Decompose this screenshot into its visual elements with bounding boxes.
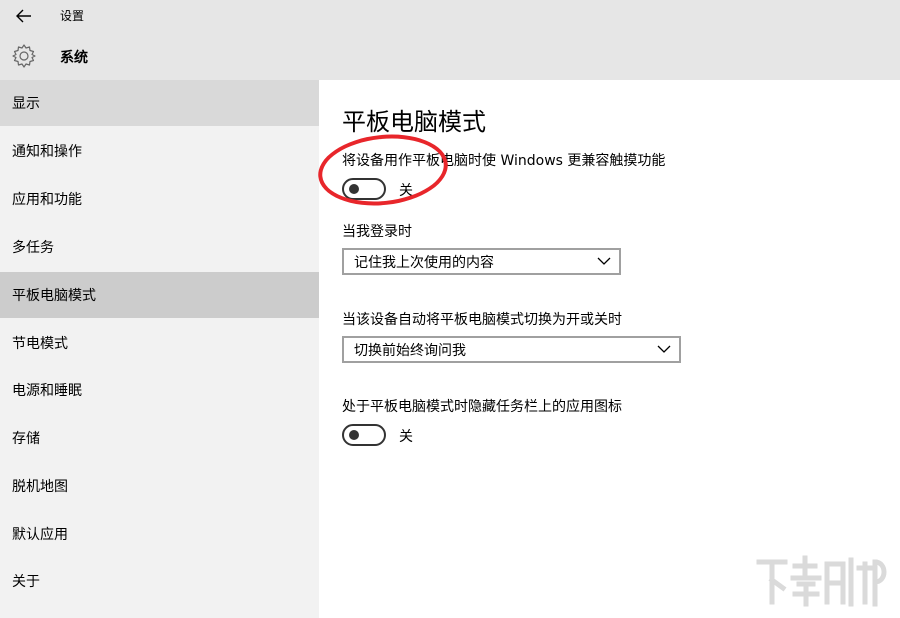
signin-dropdown[interactable]: 记住我上次使用的内容: [342, 248, 621, 275]
hide-icons-label: 处于平板电脑模式时隐藏任务栏上的应用图标: [342, 399, 622, 415]
hide-icons-toggle[interactable]: [342, 424, 386, 446]
sidebar-item-display[interactable]: 显示: [0, 80, 319, 126]
sidebar: 显示 通知和操作 应用和功能 多任务 平板电脑模式 节电模式 电源和睡眠 存储 …: [0, 80, 319, 618]
sidebar-item-label: 平板电脑模式: [12, 288, 96, 304]
back-button[interactable]: [10, 4, 38, 28]
sidebar-item-label: 电源和睡眠: [12, 383, 82, 399]
sidebar-item-label: 多任务: [12, 240, 54, 256]
sidebar-item-battery-saver[interactable]: 节电模式: [0, 320, 319, 366]
section-title: 系统: [60, 50, 88, 66]
auto-switch-dropdown-value: 切换前始终询问我: [354, 342, 466, 359]
page-title: 平板电脑模式: [342, 108, 486, 136]
sidebar-item-default-apps[interactable]: 默认应用: [0, 511, 319, 557]
sidebar-item-label: 节电模式: [12, 336, 68, 352]
hide-icons-state: 关: [399, 429, 413, 445]
gear-icon: [12, 44, 36, 68]
auto-switch-label: 当该设备自动将平板电脑模式切换为开或关时: [342, 312, 622, 328]
sidebar-item-offline-maps[interactable]: 脱机地图: [0, 463, 319, 509]
watermark-logo-icon: [756, 555, 887, 607]
sidebar-item-label: 显示: [12, 96, 40, 112]
sidebar-item-notifications[interactable]: 通知和操作: [0, 128, 319, 174]
chevron-down-icon: [657, 345, 671, 353]
sidebar-item-label: 关于: [12, 574, 40, 590]
title-bar: 设置 系统: [0, 0, 900, 80]
chevron-down-icon: [597, 257, 611, 265]
signin-label: 当我登录时: [342, 224, 412, 240]
sidebar-item-power-sleep[interactable]: 电源和睡眠: [0, 367, 319, 413]
sidebar-item-multitasking[interactable]: 多任务: [0, 224, 319, 270]
sidebar-item-label: 通知和操作: [12, 144, 82, 160]
sidebar-item-apps[interactable]: 应用和功能: [0, 176, 319, 222]
sidebar-item-label: 应用和功能: [12, 192, 82, 208]
sidebar-item-label: 脱机地图: [12, 479, 68, 495]
auto-switch-dropdown[interactable]: 切换前始终询问我: [342, 336, 681, 363]
signin-dropdown-value: 记住我上次使用的内容: [354, 254, 494, 271]
back-arrow-icon: [16, 9, 31, 23]
sidebar-item-storage[interactable]: 存储: [0, 415, 319, 461]
sidebar-item-about[interactable]: 关于: [0, 558, 319, 604]
app-title: 设置: [60, 9, 85, 23]
sidebar-item-label: 存储: [12, 431, 40, 447]
toggle-knob: [349, 430, 359, 440]
sidebar-item-tablet-mode[interactable]: 平板电脑模式: [0, 272, 319, 318]
sidebar-item-label: 默认应用: [12, 527, 68, 543]
